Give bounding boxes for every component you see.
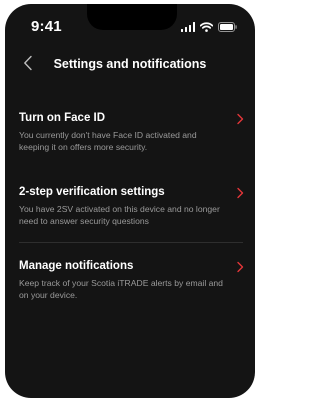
chevron-right-icon (237, 261, 244, 273)
setting-description: You have 2SV activated on this device an… (19, 204, 220, 226)
page-title: Settings and notifications (53, 57, 207, 71)
setting-description: Keep track of your Scotia iTRADE alerts … (19, 278, 223, 300)
setting-title: Turn on Face ID (19, 112, 106, 124)
status-time: 9:41 (31, 18, 62, 35)
notch (87, 4, 177, 30)
wifi-icon (200, 22, 213, 32)
battery-icon (218, 22, 237, 32)
setting-title: 2-step verification settings (19, 186, 165, 198)
settings-list: Turn on Face ID You currently don't have… (5, 112, 255, 330)
manage-notifications-setting[interactable]: Manage notifications Keep track of your … (5, 260, 255, 330)
chevron-right-icon (237, 113, 244, 125)
nav-bar: Settings and notifications (5, 48, 255, 78)
divider (19, 242, 243, 243)
setting-description: You currently don't have Face ID activat… (19, 130, 197, 152)
signal-icon (180, 22, 195, 32)
setting-title: Manage notifications (19, 260, 134, 272)
phone-screen: 9:41 Settings and notifications Turn on … (5, 4, 255, 398)
status-icons (180, 21, 238, 32)
face-id-setting[interactable]: Turn on Face ID You currently don't have… (5, 112, 255, 182)
chevron-right-icon (237, 187, 244, 199)
two-step-verification-setting[interactable]: 2-step verification settings You have 2S… (5, 186, 255, 256)
status-bar: 9:41 (5, 4, 255, 44)
